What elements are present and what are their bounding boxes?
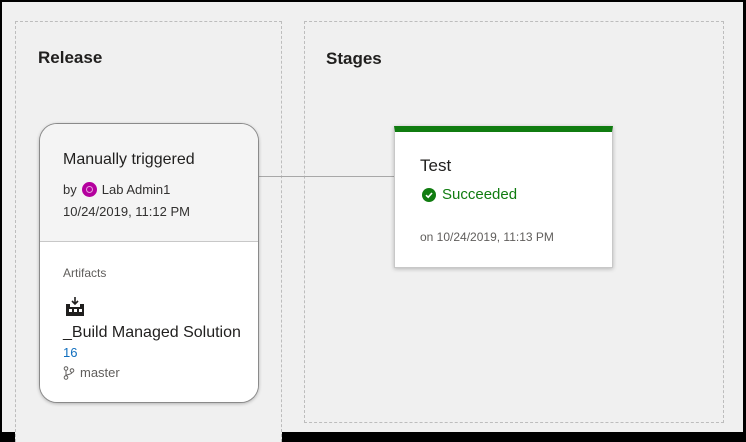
- stage-completed-date: on 10/24/2019, 11:13 PM: [420, 230, 554, 244]
- user-name: Lab Admin1: [101, 182, 171, 197]
- artifacts-label: Artifacts: [63, 266, 107, 280]
- stage-status-label: Succeeded: [442, 186, 518, 203]
- by-label: by: [63, 182, 77, 197]
- artifacts-section: Artifacts _Build Managed Solution 16 mas…: [40, 242, 258, 402]
- trigger-type: Manually triggered: [63, 151, 195, 168]
- branch-name: master: [80, 365, 120, 380]
- artifact-build-number[interactable]: 16: [63, 345, 77, 360]
- check-circle-icon: [422, 187, 436, 202]
- stage-card-test[interactable]: Test Succeeded on 10/24/2019, 11:13 PM: [394, 126, 613, 268]
- release-date: 10/24/2019, 11:12 PM: [63, 204, 190, 219]
- release-card[interactable]: Manually triggered by Lab Admin1 10/24/2…: [39, 123, 259, 403]
- artifact-name[interactable]: _Build Managed Solution: [63, 324, 241, 342]
- stage-name: Test: [420, 156, 452, 175]
- user-avatar-icon: [81, 182, 97, 197]
- artifact-branch: master: [63, 365, 120, 380]
- release-trigger-section: Manually triggered by Lab Admin1 10/24/2…: [40, 124, 258, 242]
- release-section-title: Release: [38, 48, 103, 67]
- release-pipeline-canvas: Release Stages Manually triggered by Lab…: [2, 2, 743, 442]
- stage-status[interactable]: Succeeded: [422, 186, 517, 203]
- triggered-by: by Lab Admin1: [63, 182, 170, 197]
- build-artifact-icon: [66, 297, 84, 316]
- git-branch-icon: [63, 365, 75, 380]
- pipeline-connector: [257, 176, 394, 177]
- stages-section-title: Stages: [326, 49, 382, 68]
